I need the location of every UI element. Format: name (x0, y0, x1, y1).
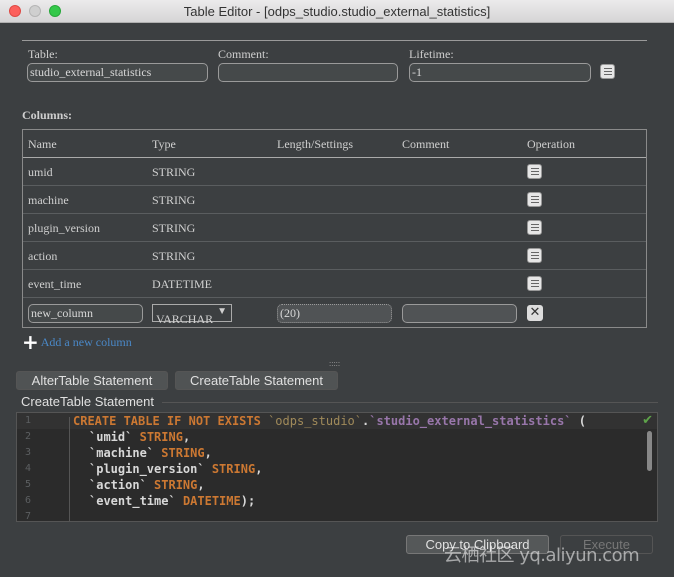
header-comment: Comment (402, 137, 450, 151)
columns-table: Name Type Length/Settings Comment Operat… (22, 129, 647, 328)
code-column: `machine` (89, 446, 155, 460)
code-column: `event_time` (89, 494, 176, 508)
line-number: 2 (25, 431, 32, 442)
divider (22, 40, 647, 41)
column-type: DATETIME (152, 277, 212, 291)
line-number: 5 (25, 479, 32, 490)
code-column: `plugin_version` (89, 462, 205, 476)
edit-icon[interactable] (527, 276, 542, 291)
columns-label: Columns: (22, 108, 73, 122)
new-column-row: new_column VARCHAR ▼ (20) ✕ (23, 298, 646, 328)
watermark: 云栖社区 yq.aliyun.com (444, 545, 640, 566)
line-number: 3 (25, 447, 32, 458)
delete-icon[interactable]: ✕ (527, 305, 543, 321)
header-name: Name (28, 137, 57, 151)
edit-icon[interactable] (527, 248, 542, 263)
table-name-input[interactable]: studio_external_statistics (27, 63, 208, 82)
add-column-link[interactable]: + Add a new column (22, 330, 132, 354)
code-line: `umid` STRING, (89, 430, 190, 444)
check-icon: ✔ (642, 413, 653, 428)
code-paren: ( (571, 414, 586, 428)
statement-title: CreateTable Statement (21, 394, 154, 409)
code-type: STRING (139, 430, 183, 444)
code-type: STRING (211, 462, 256, 476)
table-row[interactable]: machine STRING (23, 186, 646, 214)
close-window-button[interactable] (9, 5, 21, 17)
line-number: 4 (25, 463, 32, 474)
code-punct: , (204, 446, 212, 460)
chevron-down-icon: ▼ (217, 306, 227, 317)
line-number: 7 (25, 511, 32, 522)
code-line: `machine` STRING, (89, 446, 212, 460)
type-select[interactable]: VARCHAR ▼ (152, 304, 232, 326)
column-type: STRING (152, 249, 196, 263)
code-punct: , (197, 478, 205, 492)
sql-editor[interactable]: 1 2 3 4 5 6 7 CREATE TABLE IF NOT EXISTS `odps… (16, 412, 658, 522)
column-name: umid (28, 165, 53, 179)
new-column-comment-input[interactable] (402, 304, 517, 323)
lifetime-label: Lifetime: (409, 47, 454, 61)
column-name: plugin_version (28, 221, 100, 235)
code-line: `action` STRING, (89, 478, 205, 492)
create-table-tab[interactable]: CreateTable Statement (175, 371, 338, 390)
add-column-label: Add a new column (40, 334, 132, 349)
table-header: Name Type Length/Settings Comment Operat… (23, 130, 646, 158)
code-type: STRING (161, 446, 205, 460)
column-name: action (28, 249, 58, 263)
plus-icon: + (22, 330, 39, 354)
code-keyword: CREATE TABLE IF NOT EXISTS (73, 414, 261, 428)
code-punct: ); (240, 494, 256, 508)
column-type: STRING (152, 165, 196, 179)
table-row[interactable]: action STRING (23, 242, 646, 270)
length-input[interactable]: (20) (277, 304, 392, 323)
comment-label: Comment: (218, 47, 269, 61)
table-row[interactable]: plugin_version STRING (23, 214, 646, 242)
code-type: STRING (154, 478, 198, 492)
type-select-value: VARCHAR (156, 312, 214, 326)
line-number: 1 (25, 415, 32, 426)
code-punct: , (255, 462, 263, 476)
window-title: Table Editor - [odps_studio.studio_exter… (183, 4, 491, 19)
code-type: DATETIME (182, 494, 241, 508)
fold-line (69, 417, 70, 521)
column-type: STRING (152, 221, 196, 235)
splitter-handle[interactable]: ::::: (329, 359, 340, 368)
alter-table-tab[interactable]: AlterTable Statement (16, 371, 168, 390)
code-line: `event_time` DATETIME); (89, 494, 255, 508)
code-db: `odps_studio` (268, 414, 362, 428)
table-row[interactable]: event_time DATETIME (23, 270, 646, 298)
lifetime-input[interactable]: -1 (409, 63, 591, 82)
edit-icon[interactable] (527, 164, 542, 179)
edit-icon[interactable] (600, 64, 615, 79)
code-column: `umid` (89, 430, 133, 444)
divider (162, 402, 658, 403)
header-type: Type (152, 137, 176, 151)
header-length: Length/Settings (277, 137, 353, 151)
column-name: machine (28, 193, 69, 207)
column-name: event_time (28, 277, 82, 291)
code-table: `studio_external_statistics` (369, 414, 572, 428)
header-operation: Operation (527, 137, 575, 151)
line-number: 6 (25, 495, 32, 506)
code-punct: , (182, 430, 191, 444)
table-label: Table: (28, 47, 58, 61)
table-row[interactable]: umid STRING (23, 158, 646, 186)
new-column-name-input[interactable]: new_column (28, 304, 143, 323)
edit-icon[interactable] (527, 220, 542, 235)
code-line: `plugin_version` STRING, (89, 462, 262, 476)
column-type: STRING (152, 193, 196, 207)
code-column: `action` (89, 478, 147, 492)
maximize-window-button[interactable] (49, 5, 61, 17)
title-bar: Table Editor - [odps_studio.studio_exter… (0, 0, 674, 23)
table-comment-input[interactable] (218, 63, 398, 82)
scrollbar[interactable] (647, 431, 652, 471)
edit-icon[interactable] (527, 192, 542, 207)
minimize-window-button[interactable] (29, 5, 41, 17)
